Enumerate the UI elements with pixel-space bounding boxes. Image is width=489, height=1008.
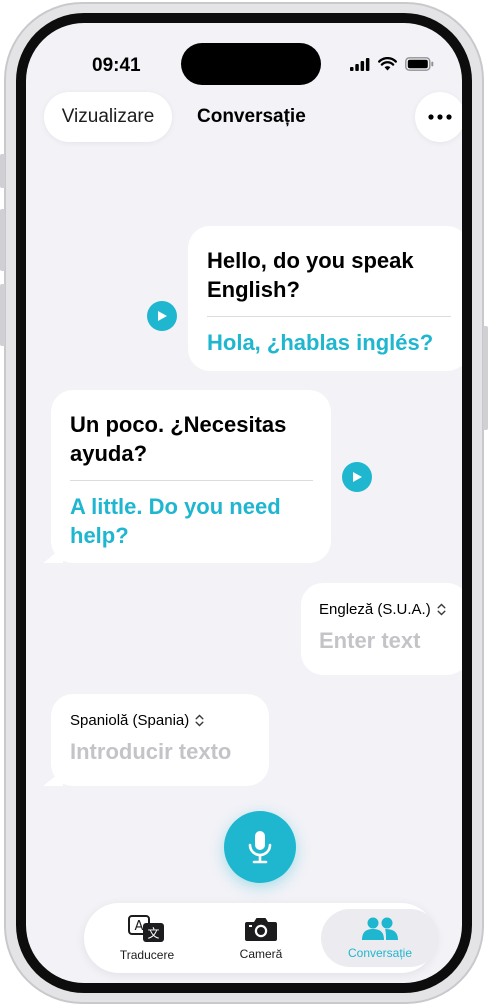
tab-label: Traducere <box>119 948 175 962</box>
battery-icon <box>405 57 434 71</box>
text-input-english[interactable]: Enter text <box>319 628 455 654</box>
tab-label: Cameră <box>239 947 283 961</box>
action-button <box>0 154 5 188</box>
ellipsis-icon <box>428 114 452 120</box>
spanish-input-bubble[interactable]: Spaniolă (Spania) Introducir texto <box>51 694 269 786</box>
message-original: Hello, do you speak English? <box>207 248 414 302</box>
microphone-icon <box>248 831 272 864</box>
bezel: 09:41 Vizualizare Conversație Hello, do … <box>16 13 472 993</box>
message-bubble-outgoing: Hello, do you speak English? Hola, ¿habl… <box>188 226 462 371</box>
volume-up-button <box>0 209 5 271</box>
chevron-updown-icon <box>437 603 446 616</box>
language-selector-spanish[interactable]: Spaniolă (Spania) <box>70 712 255 729</box>
status-icons <box>350 57 434 71</box>
text-input-spanish[interactable]: Introducir texto <box>70 739 255 765</box>
divider <box>70 480 313 481</box>
people-icon <box>362 917 398 940</box>
language-label: Engleză (S.U.A.) <box>319 601 431 618</box>
camera-icon <box>245 918 277 941</box>
signal-icon <box>350 57 370 71</box>
language-label: Spaniolă (Spania) <box>70 712 190 729</box>
chevron-updown-icon <box>195 714 204 727</box>
play-icon <box>158 311 167 321</box>
message-bubble-incoming: Un poco. ¿Necesitas ayuda? A little. Do … <box>51 390 331 563</box>
status-time: 09:41 <box>92 55 141 76</box>
message-translation: Hola, ¿hablas inglés? <box>207 330 434 355</box>
tab-label: Conversație <box>347 946 413 960</box>
phone-frame: 09:41 Vizualizare Conversație Hello, do … <box>0 2 488 1004</box>
microphone-button[interactable] <box>224 811 296 883</box>
svg-text:文: 文 <box>147 926 159 941</box>
svg-text:A: A <box>135 919 144 934</box>
screen: 09:41 Vizualizare Conversație Hello, do … <box>26 23 462 983</box>
side-button <box>483 326 488 430</box>
tab-translate[interactable]: A 文 Traducere <box>92 909 202 967</box>
play-button[interactable] <box>147 301 177 331</box>
divider <box>207 316 451 317</box>
language-selector-english[interactable]: Engleză (S.U.A.) <box>319 601 455 618</box>
tab-conversation[interactable]: Conversație <box>321 909 439 967</box>
english-input-bubble[interactable]: Engleză (S.U.A.) Enter text <box>301 583 462 675</box>
wifi-icon <box>378 57 397 71</box>
volume-down-button <box>0 284 5 346</box>
message-translation: A little. Do you need help? <box>70 494 281 548</box>
play-button[interactable] <box>342 462 372 492</box>
page-title: Conversație <box>197 106 306 127</box>
message-original: Un poco. ¿Necesitas ayuda? <box>70 412 287 466</box>
play-icon <box>353 472 362 482</box>
tab-camera[interactable]: Cameră <box>206 909 316 967</box>
tab-bar: A 文 Traducere Cameră Conversație <box>84 903 439 973</box>
translate-icon: A 文 <box>128 915 164 942</box>
more-button[interactable] <box>415 92 462 142</box>
view-button[interactable]: Vizualizare <box>44 92 172 142</box>
dynamic-island <box>181 43 321 85</box>
